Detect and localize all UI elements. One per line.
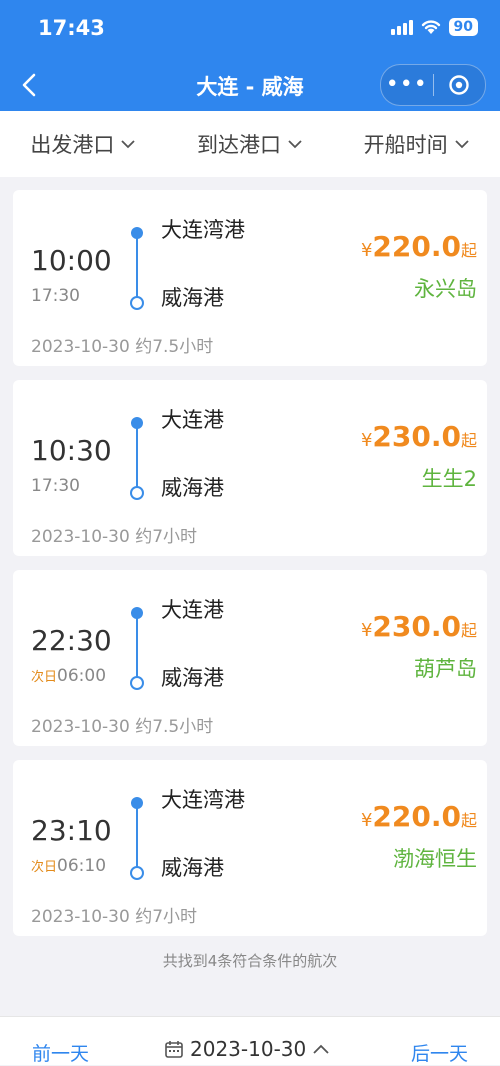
ship-name: 葫芦岛 — [414, 657, 477, 681]
mini-program-capsule: ••• — [380, 64, 486, 106]
ship-name: 渤海恒生 — [393, 847, 477, 871]
route-end-dot — [130, 486, 144, 500]
arrive-time: 17:30 — [31, 286, 80, 306]
chevron-down-icon — [288, 140, 302, 149]
arrive-time: 17:30 — [31, 476, 80, 496]
trip-meta: 2023-10-30 约7小时 — [31, 527, 198, 547]
depart-time: 22:30 — [31, 624, 112, 657]
price-amount: 220.0 — [372, 230, 461, 263]
route-end-dot — [130, 866, 144, 880]
depart-time: 10:00 — [31, 244, 112, 277]
arrive-time: 次日06:00 — [31, 666, 106, 686]
price-suffix: 起 — [460, 621, 477, 640]
signal-icon — [390, 19, 413, 35]
currency-symbol: ¥ — [360, 810, 373, 831]
currency-symbol: ¥ — [360, 240, 373, 261]
from-port: 大连湾港 — [161, 218, 245, 242]
price: ¥230.0起 — [361, 420, 477, 453]
to-port: 威海港 — [161, 476, 224, 500]
trip-card[interactable]: 23:10 次日06:10 大连湾港 威海港 ¥220.0起 渤海恒生 2023… — [13, 760, 487, 936]
arrive-time-value: 06:10 — [57, 856, 107, 876]
next-day-tag: 次日 — [31, 670, 58, 685]
to-port: 威海港 — [161, 856, 224, 880]
ship-name: 生生2 — [421, 467, 477, 491]
arrive-time: 次日06:10 — [31, 856, 106, 876]
from-port: 大连港 — [161, 408, 224, 432]
trip-meta: 2023-10-30 约7.5小时 — [31, 337, 214, 357]
to-port: 威海港 — [161, 666, 224, 690]
price-amount: 230.0 — [372, 420, 461, 453]
arrive-time-value: 17:30 — [31, 476, 80, 496]
trip-meta: 2023-10-30 约7.5小时 — [31, 717, 214, 737]
filter-sailing-time[interactable]: 开船时间 — [333, 129, 500, 159]
depart-time: 10:30 — [31, 434, 112, 467]
result-count: 共找到4条符合条件的航次 — [162, 952, 338, 970]
trip-meta: 2023-10-30 约7小时 — [31, 907, 198, 927]
wifi-icon — [421, 20, 440, 34]
filter-bar: 出发港口 到达港口 开船时间 — [0, 111, 500, 177]
route-line — [136, 234, 138, 300]
from-port: 大连港 — [161, 598, 224, 622]
filter-label: 出发港口 — [30, 133, 115, 157]
to-port: 威海港 — [161, 286, 224, 310]
next-day-button[interactable]: 后一天 — [411, 1039, 468, 1066]
status-time: 17:43 — [38, 16, 105, 40]
more-icon[interactable]: ••• — [381, 74, 433, 96]
price: ¥220.0起 — [361, 800, 477, 833]
chevron-down-icon — [121, 140, 135, 149]
date-picker[interactable]: 2023-10-30 — [164, 1037, 330, 1061]
price: ¥220.0起 — [361, 230, 477, 263]
price-amount: 220.0 — [372, 800, 461, 833]
chevron-down-icon — [455, 140, 469, 149]
route-line — [136, 804, 138, 870]
price: ¥230.0起 — [361, 610, 477, 643]
filter-departure-port[interactable]: 出发港口 — [0, 129, 167, 159]
next-day-tag: 次日 — [31, 860, 58, 875]
currency-symbol: ¥ — [360, 620, 373, 641]
route-line — [136, 424, 138, 490]
currency-symbol: ¥ — [360, 430, 373, 451]
calendar-icon — [165, 1041, 183, 1058]
price-suffix: 起 — [460, 431, 477, 450]
date-navigation-bar: 前一天 2023-10-30 后一天 — [0, 1016, 500, 1065]
filter-arrival-port[interactable]: 到达港口 — [167, 129, 334, 159]
filter-label: 开船时间 — [363, 133, 448, 157]
price-suffix: 起 — [460, 241, 477, 260]
trip-card[interactable]: 22:30 次日06:00 大连港 威海港 ¥230.0起 葫芦岛 2023-1… — [13, 570, 487, 746]
filter-label: 到达港口 — [197, 133, 281, 157]
battery-indicator: 90 — [448, 18, 478, 36]
nav-header: 17:43 90 大连 - 威海 ••• — [0, 0, 500, 111]
trip-card[interactable]: 10:30 17:30 大连港 威海港 ¥230.0起 生生2 2023-10-… — [13, 380, 487, 556]
trip-card[interactable]: 10:00 17:30 大连湾港 威海港 ¥220.0起 永兴岛 2023-10… — [13, 190, 487, 366]
status-icons: 90 — [390, 18, 478, 36]
route-line — [136, 614, 138, 680]
from-port: 大连湾港 — [161, 788, 245, 812]
arrive-time-value: 17:30 — [31, 286, 80, 306]
chevron-up-icon — [313, 1044, 329, 1054]
ship-name: 永兴岛 — [414, 277, 477, 301]
route-end-dot — [130, 296, 144, 310]
price-suffix: 起 — [460, 811, 477, 830]
close-target-icon[interactable] — [434, 74, 486, 96]
price-amount: 230.0 — [372, 610, 461, 643]
arrive-time-value: 06:00 — [57, 666, 107, 686]
route-end-dot — [130, 676, 144, 690]
prev-day-button[interactable]: 前一天 — [32, 1039, 89, 1066]
depart-time: 23:10 — [31, 814, 112, 847]
selected-date: 2023-10-30 — [190, 1037, 307, 1061]
